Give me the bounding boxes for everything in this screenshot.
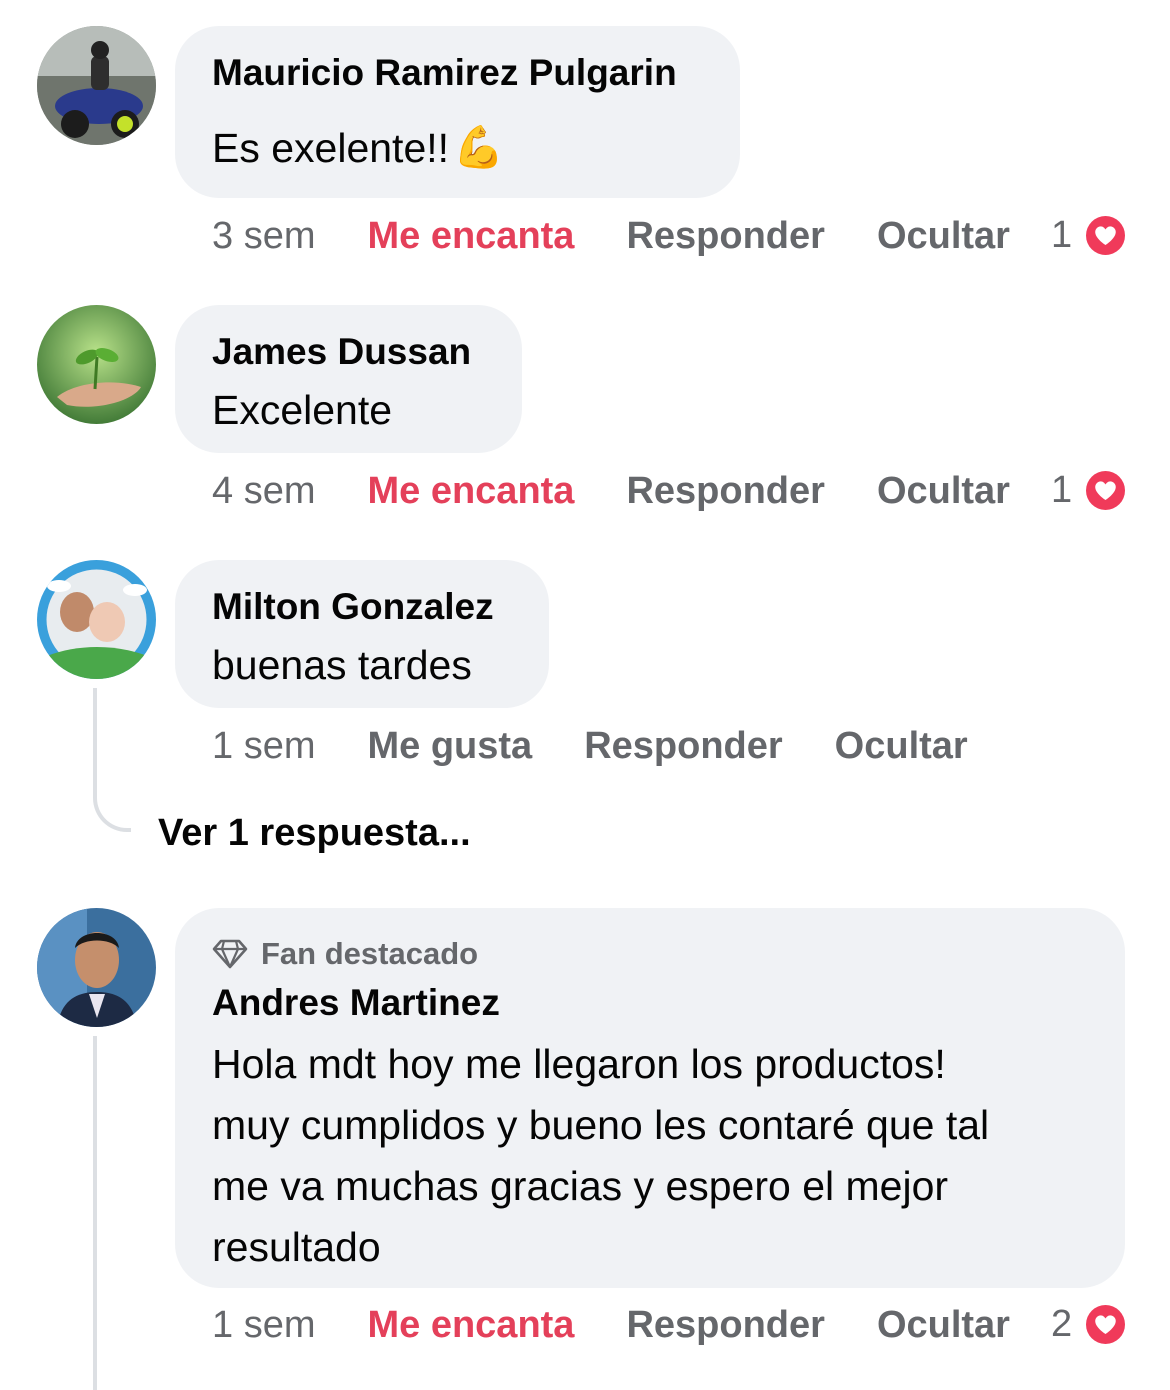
love-button[interactable]: Me encanta	[367, 1304, 574, 1347]
reply-button[interactable]: Responder	[626, 470, 824, 513]
comment-bubble: Milton Gonzalez buenas tardes	[175, 560, 549, 708]
comment-text: buenas tardes	[212, 642, 472, 688]
avatar[interactable]	[37, 908, 156, 1027]
comment-actions: 1 sem Me gusta Responder Ocultar	[212, 722, 968, 770]
reaction-summary[interactable]: 2	[1051, 1301, 1129, 1348]
avatar[interactable]	[37, 26, 156, 145]
reply-thread-line	[93, 1036, 97, 1390]
hide-button[interactable]: Ocultar	[877, 1304, 1010, 1347]
comment-bubble: Fan destacado Andres Martinez Hola mdt h…	[175, 908, 1125, 1288]
heart-icon	[1083, 1302, 1128, 1347]
heart-icon	[1083, 213, 1128, 258]
avatar-image	[37, 908, 156, 1027]
reaction-summary[interactable]: 1	[1051, 212, 1129, 259]
commenter-name[interactable]: James Dussan	[212, 331, 471, 373]
reaction-summary[interactable]: 1	[1051, 467, 1129, 514]
comment-text-line: Hola mdt hoy me llegaron los productos!	[212, 1041, 946, 1087]
comment-time: 1 sem	[212, 1303, 316, 1346]
reaction-count: 1	[1051, 214, 1073, 256]
avatar[interactable]	[37, 305, 156, 424]
love-button[interactable]: Me encanta	[367, 470, 574, 513]
comment-time: 1 sem	[212, 724, 316, 767]
commenter-name[interactable]: Andres Martinez	[212, 982, 500, 1024]
comment-actions: 4 sem Me encanta Responder Ocultar	[212, 467, 1010, 515]
fan-badge-label: Fan destacado	[261, 936, 479, 971]
hide-button[interactable]: Ocultar	[877, 215, 1010, 258]
comment-time: 4 sem	[212, 469, 316, 512]
diamond-icon	[212, 939, 248, 969]
reaction-count: 1	[1051, 469, 1073, 511]
reply-thread-curve	[93, 770, 131, 832]
reaction-count: 2	[1051, 1303, 1073, 1345]
reply-button[interactable]: Responder	[626, 1304, 824, 1347]
comment-bubble: James Dussan Excelente	[175, 305, 522, 453]
hide-button[interactable]: Ocultar	[835, 725, 968, 768]
heart-icon	[1083, 468, 1128, 513]
comment-actions: 3 sem Me encanta Responder Ocultar	[212, 212, 1010, 260]
reply-button[interactable]: Responder	[584, 725, 782, 768]
like-button[interactable]: Me gusta	[367, 725, 532, 768]
love-button[interactable]: Me encanta	[367, 215, 574, 258]
commenter-name[interactable]: Mauricio Ramirez Pulgarin	[212, 52, 677, 94]
hide-button[interactable]: Ocultar	[877, 470, 1010, 513]
comment-text: Es exelente!!	[212, 124, 450, 171]
avatar-image	[37, 560, 156, 679]
avatar[interactable]	[37, 560, 156, 679]
comment-time: 3 sem	[212, 214, 316, 257]
fan-badge: Fan destacado	[212, 936, 478, 972]
reply-button[interactable]: Responder	[626, 215, 824, 258]
comment-text-row: Es exelente!! 💪	[212, 124, 504, 172]
commenter-name[interactable]: Milton Gonzalez	[212, 586, 494, 628]
avatar-image	[37, 26, 156, 145]
avatar-image	[37, 305, 156, 424]
comment-text-line: me va muchas gracias y espero el mejor	[212, 1163, 949, 1209]
comment-bubble: Mauricio Ramirez Pulgarin Es exelente!! …	[175, 26, 740, 198]
comment-text: Excelente	[212, 387, 393, 433]
comment-text-line: muy cumplidos y bueno les contaré que ta…	[212, 1102, 990, 1148]
comment-text-line: resultado	[212, 1224, 381, 1270]
flexed-biceps-emoji: 💪	[453, 124, 505, 170]
comment-text: Hola mdt hoy me llegaron los productos! …	[212, 1034, 989, 1278]
view-replies-link[interactable]: Ver 1 respuesta...	[158, 812, 471, 855]
comment-actions: 1 sem Me encanta Responder Ocultar	[212, 1301, 1010, 1349]
